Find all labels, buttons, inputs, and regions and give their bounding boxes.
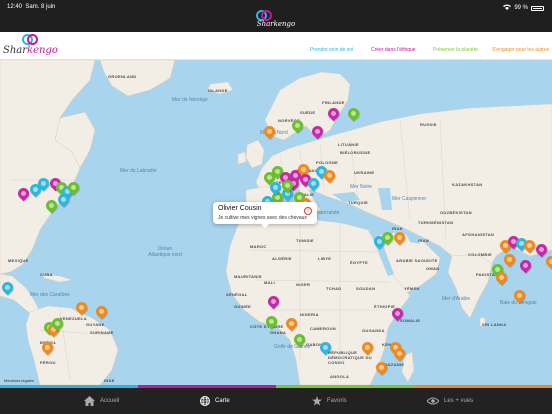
world-map[interactable]: GROENLAND ISLANDE Mer de Norvège Mer du … (0, 60, 552, 385)
label-ocean-atlantique: Océan Atlantique nord (148, 246, 182, 258)
battery-percent: 99 % (514, 5, 528, 11)
label-suriname: SURINAME (90, 330, 114, 335)
label-guyane: GUYANE (86, 322, 105, 327)
label-lituanie: LITUANIE (338, 142, 359, 147)
label-perou: PÉROU (40, 360, 56, 365)
label-iran: IRAN (418, 238, 429, 243)
tab-accueil[interactable]: Accueil (84, 388, 119, 414)
tab-carte-label: Carte (215, 398, 230, 404)
label-mexique: MEXIQUE (8, 258, 29, 263)
label-mer-arabie: Mer d'Arabie (442, 296, 471, 302)
label-mer-noire: Mer Noire (350, 184, 372, 190)
label-groenland: GROENLAND (108, 74, 137, 79)
label-ethiopie: ÉTHIOPIE (374, 304, 396, 309)
label-mer-norvege: Mer de Norvège (172, 97, 208, 103)
label-bresil: INDE (104, 378, 115, 383)
label-angola: ANGOLA (330, 374, 350, 379)
tab-favoris-label: Favoris (327, 398, 347, 404)
tab-favoris[interactable]: Favoris (312, 388, 347, 414)
label-finlande: FINLANDE (322, 100, 345, 105)
label-libye: LIBYE (318, 256, 332, 261)
globe-icon (200, 396, 210, 406)
status-indicators: 99 % (503, 4, 544, 12)
nav-link-creer-ethique[interactable]: Créer dans l'éthique (371, 47, 416, 53)
map-callout[interactable]: Olivier Cousin Je cultive mes vignes ave… (213, 202, 317, 228)
info-icon[interactable]: i (304, 207, 312, 215)
label-guinee: GUINÉE (234, 304, 252, 309)
app-logo-mark (256, 10, 272, 21)
nav-link-preserver-planete[interactable]: Préserver la planète (433, 47, 478, 53)
label-turkmenistan: TURKMÉNISTAN (418, 220, 454, 225)
legal-link[interactable]: Mentions légales (4, 378, 34, 383)
tab-accueil-label: Accueil (100, 398, 120, 404)
label-mer-caspienne: Mer Caspienne (392, 196, 426, 202)
brand-logo-icon (22, 34, 38, 45)
tab-carte[interactable]: Carte (200, 388, 230, 414)
eye-icon (427, 397, 439, 405)
label-maroc: MAROC (250, 244, 267, 249)
label-golfe-guinee: Golfe de Guinée (274, 344, 311, 350)
label-turquie: TURQUIE (348, 200, 369, 205)
top-navigation: Sharkengo Prendre soin de soi Créer dans… (0, 32, 552, 60)
label-arabie-saoudite: ARABIE SAOUDITE (396, 258, 438, 263)
label-mer-labrador: Mer du Labrador (120, 168, 157, 174)
brand-name: Sharkengo (3, 45, 58, 56)
callout-name: Olivier Cousin (218, 205, 262, 212)
label-ghana: GHANA (270, 330, 287, 335)
label-nigeria: NIGERIA (300, 312, 319, 317)
label-mauritanie: MAURITANIE (234, 274, 262, 279)
label-egypte: ÉGYPTE (350, 260, 369, 265)
label-suede: SUÈDE (300, 110, 316, 115)
callout-description: Je cultive mes vignes avec des chevaux (218, 215, 307, 221)
label-soudan: SOUDAN (356, 286, 376, 291)
label-senegal: SÉNÉGAL (226, 292, 248, 297)
label-venezuela: VENEZUELA (60, 316, 87, 321)
label-afghanistan: AFGHANISTAN (462, 232, 495, 237)
tab-les-plus-vues-label: Les + vues (444, 398, 474, 404)
label-niger: NIGER (296, 282, 311, 287)
nav-link-prendre-soin[interactable]: Prendre soin de soi (310, 47, 353, 53)
label-pologne: POLOGNE (316, 160, 339, 165)
label-algerie: ALGÉRIE (272, 256, 292, 261)
label-russie: RUSSIE (420, 122, 437, 127)
label-sri-lanka: SRI LANKA (482, 322, 507, 327)
label-pakistan: COLOMBIE (468, 252, 492, 257)
battery-icon (531, 5, 544, 11)
home-icon (84, 396, 95, 406)
label-ukraine: UKRAINE (354, 170, 375, 175)
status-bar: 12:40 Sam. 8 juin 99 % Sharkengo (0, 0, 552, 32)
tab-bar: Accueil Carte Favoris Les + vues (0, 388, 552, 414)
label-kazakhstan: KAZAKHSTAN (452, 182, 483, 187)
label-irak: IRAK (392, 226, 403, 231)
label-ouganda: OUGANDA (362, 328, 385, 333)
label-ouzbekistan: OUZBÉKISTAN (440, 210, 472, 215)
label-tchad: TCHAD (326, 286, 342, 291)
star-icon (312, 396, 322, 406)
label-cuba: CUBA (40, 272, 53, 277)
label-oman: OMAN (426, 266, 440, 271)
tab-les-plus-vues[interactable]: Les + vues (427, 388, 473, 414)
label-somalie: SOMALIE (400, 318, 421, 323)
label-bielorussie: BIÉLORUSSIE (340, 150, 371, 155)
label-mer-caraibes: Mer des Caraïbes (30, 292, 70, 298)
wifi-icon (503, 4, 512, 12)
label-mali: MALI (264, 280, 275, 285)
nav-link-engager-autres[interactable]: S'engager pour les autres (492, 47, 549, 53)
label-yemen: YÉMEN (404, 286, 420, 291)
status-time: 12:40 Sam. 8 juin (7, 4, 56, 10)
label-islande: ISLANDE (208, 88, 228, 93)
app-title: Sharkengo (256, 20, 296, 28)
label-cameroun: CAMEROUN (310, 326, 336, 331)
label-tunisie: TUNISIE (296, 238, 314, 243)
